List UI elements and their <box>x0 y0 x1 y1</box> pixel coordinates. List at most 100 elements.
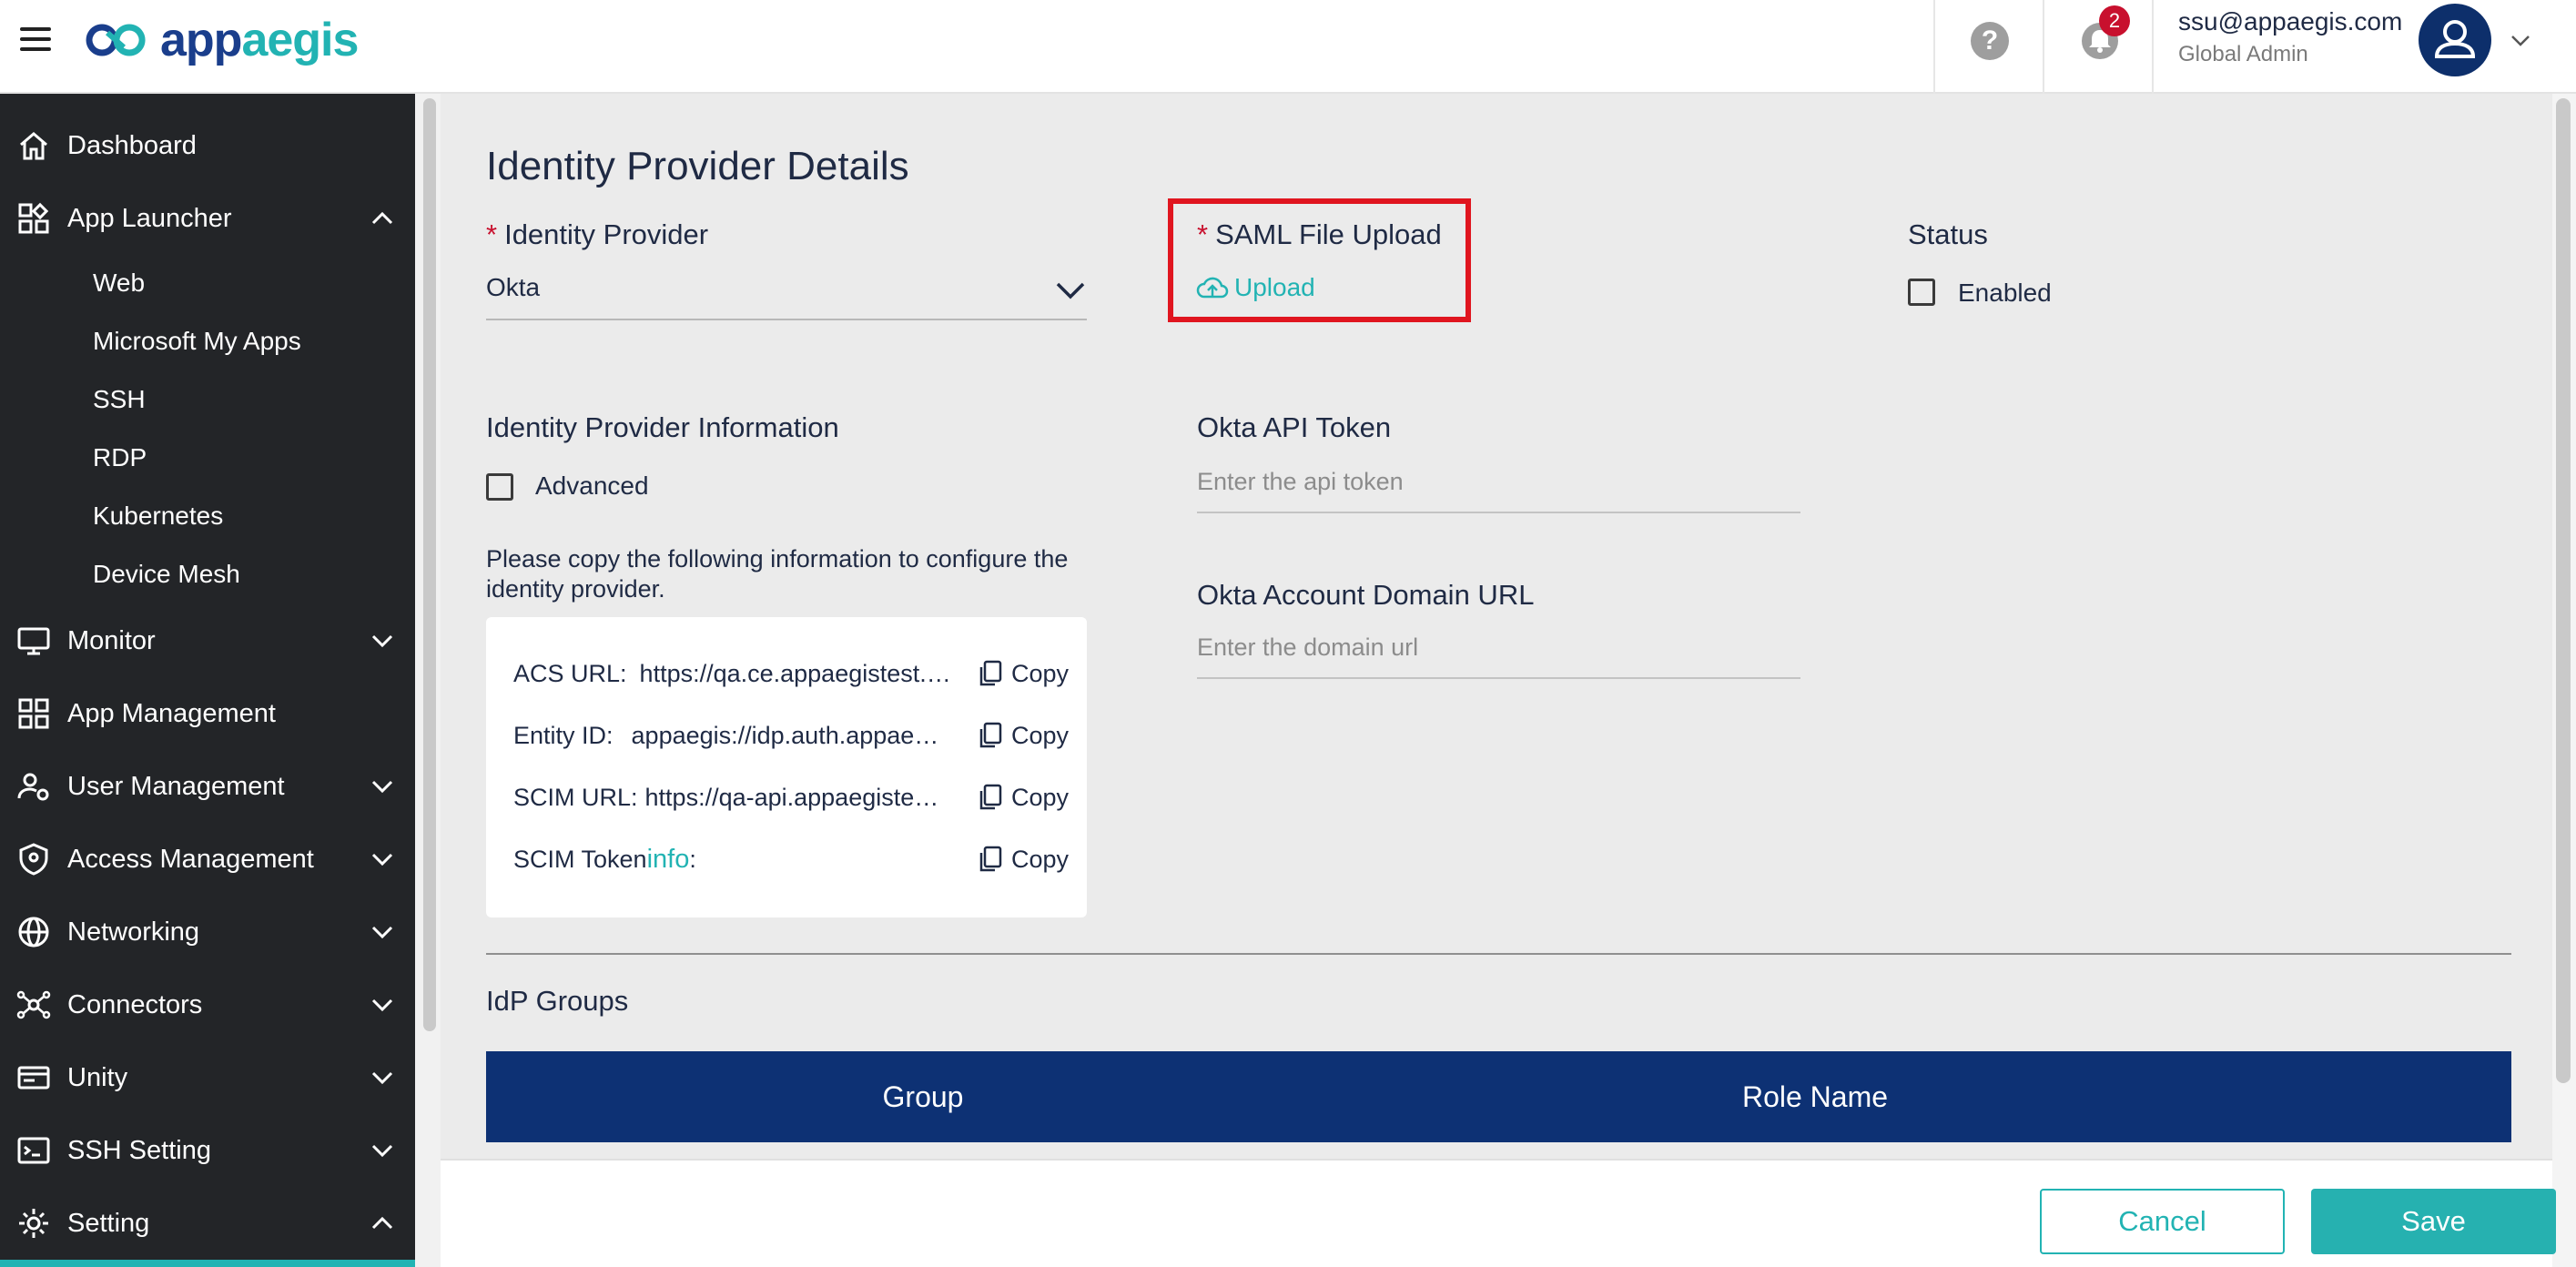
sidebar-item-label: Setting <box>67 1208 150 1238</box>
gear-icon <box>19 1209 48 1238</box>
idp-groups-title: IdP Groups <box>486 985 629 1017</box>
saml-upload-button[interactable]: Upload <box>1196 273 1315 302</box>
sidebar-subitem-label: SSH <box>93 385 146 413</box>
scim-token-key: SCIM Token <box>513 845 647 873</box>
sidebar-subitem-label: Kubernetes <box>93 502 224 530</box>
sidebar-item-user-management[interactable]: User Management <box>0 755 415 818</box>
sidebar-subitem-ssh[interactable]: SSH <box>0 372 415 427</box>
sidebar-item-connectors[interactable]: Connectors <box>0 973 415 1037</box>
terminal-icon <box>17 1137 50 1164</box>
save-button[interactable]: Save <box>2311 1189 2556 1254</box>
copy-icon <box>979 722 1002 748</box>
shield-icon <box>19 843 48 876</box>
sidebar-item-access-management[interactable]: Access Management <box>0 827 415 891</box>
chevron-down-icon[interactable] <box>370 846 395 872</box>
idp-groups-table-header: Group Role Name <box>486 1051 2511 1142</box>
acs-url-key: ACS URL: <box>513 659 627 687</box>
copy-icon <box>979 784 1002 810</box>
logo-text-app: app <box>160 14 242 66</box>
main-scrollbar[interactable] <box>2556 98 2571 1083</box>
cancel-button[interactable]: Cancel <box>2040 1189 2285 1254</box>
sidebar-item-setting[interactable]: Setting <box>0 1191 415 1255</box>
column-header-group[interactable]: Group <box>486 1051 1360 1142</box>
grid-icon <box>18 698 49 729</box>
copy-label: Copy <box>1010 783 1069 811</box>
chevron-down-icon[interactable] <box>370 628 395 654</box>
user-email: ssu@appaegis.com <box>2178 7 2403 35</box>
sidebar-item-app-management[interactable]: App Management <box>0 682 415 745</box>
logo-text-aegis: aegis <box>241 14 359 66</box>
sidebar-item-networking[interactable]: Networking <box>0 900 415 964</box>
copy-acs-url-button[interactable]: Copy <box>977 659 1069 688</box>
copy-instructions-text: Please copy the following information to… <box>486 545 1069 603</box>
sidebar-item-label: Unity <box>67 1062 128 1092</box>
sidebar-item-dashboard[interactable]: Dashboard <box>0 114 415 177</box>
hub-icon <box>16 990 51 1019</box>
saml-upload-highlight-box <box>1168 198 1471 322</box>
chevron-down-icon[interactable] <box>370 919 395 945</box>
sidebar-item-label: SSH Setting <box>67 1135 211 1165</box>
chevron-up-icon[interactable] <box>370 1211 395 1236</box>
sidebar-subitem-label: RDP <box>93 443 147 471</box>
chevron-down-icon[interactable] <box>370 1138 395 1163</box>
okta-account-domain-url-input[interactable]: Enter the domain url <box>1197 628 1800 679</box>
copy-scim-token-button[interactable]: Copy <box>977 845 1069 874</box>
help-icon[interactable]: ? <box>1971 22 2009 60</box>
copy-icon <box>979 846 1002 872</box>
sidebar-item-unity[interactable]: Unity <box>0 1046 415 1110</box>
advanced-checkbox[interactable] <box>486 473 513 501</box>
sidebar-item-label: User Management <box>67 771 285 801</box>
acs-url-value: https://qa.ce.appaegistest.com/saml/acs <box>639 659 954 687</box>
sidebar-item-label: App Management <box>67 698 276 728</box>
infinity-logo-icon <box>86 24 146 56</box>
column-header-role-name[interactable]: Role Name <box>1360 1051 2270 1142</box>
scim-token-colon: : <box>689 845 696 873</box>
chevron-down-icon[interactable] <box>370 992 395 1018</box>
sidebar: Dashboard App Launcher Web Microsoft My … <box>0 94 415 1267</box>
notification-badge: 2 <box>2099 5 2130 36</box>
entity-id-key: Entity ID: <box>513 721 614 749</box>
sidebar-subitem-kubernetes[interactable]: Kubernetes <box>0 489 415 543</box>
section-divider <box>486 953 2511 955</box>
sidebar-item-app-launcher[interactable]: App Launcher <box>0 187 415 250</box>
copy-label: Copy <box>1010 721 1069 749</box>
user-avatar-icon[interactable] <box>2419 4 2491 76</box>
copy-scim-url-button[interactable]: Copy <box>977 783 1069 812</box>
header-divider <box>2043 0 2044 94</box>
sidebar-subitem-microsoft-my-apps[interactable]: Microsoft My Apps <box>0 314 415 369</box>
enabled-checkbox[interactable] <box>1908 279 1935 306</box>
copy-entity-id-button[interactable]: Copy <box>977 721 1069 750</box>
sidebar-subitem-device-mesh[interactable]: Device Mesh <box>0 547 415 602</box>
identity-provider-value: Okta <box>486 273 541 301</box>
idp-info-card: ACS URL: https://qa.ce.appaegistest.com/… <box>486 617 1087 917</box>
chevron-up-icon[interactable] <box>370 206 395 231</box>
apps-grid-icon <box>18 202 49 234</box>
appaegis-logo[interactable]: appaegis <box>84 13 359 67</box>
sidebar-item-label: App Launcher <box>67 203 232 233</box>
sidebar-item-monitor[interactable]: Monitor <box>0 609 415 673</box>
scim-token-info-link[interactable]: info <box>647 845 690 875</box>
sidebar-subitem-web[interactable]: Web <box>0 256 415 310</box>
chevron-down-icon[interactable] <box>370 1065 395 1090</box>
okta-api-token-label: Okta API Token <box>1197 411 1392 443</box>
identity-provider-information-label: Identity Provider Information <box>486 411 839 443</box>
header-divider <box>2152 0 2154 94</box>
chevron-down-icon[interactable] <box>370 774 395 799</box>
copy-label: Copy <box>1010 845 1069 873</box>
cloud-upload-icon <box>1196 277 1229 299</box>
saml-file-upload-label: * SAML File Upload <box>1197 218 1442 250</box>
user-role: Global Admin <box>2178 42 2308 66</box>
globe-icon <box>18 917 49 948</box>
menu-icon[interactable] <box>20 27 51 51</box>
sidebar-active-indicator <box>0 1260 415 1267</box>
sidebar-subitem-label: Device Mesh <box>93 560 240 588</box>
page-title: Identity Provider Details <box>486 144 909 188</box>
user-menu-chevron-down-icon[interactable] <box>2508 27 2533 53</box>
identity-provider-select[interactable]: Okta <box>486 264 1087 320</box>
copy-icon <box>979 660 1002 686</box>
sidebar-item-ssh-setting[interactable]: SSH Setting <box>0 1119 415 1182</box>
okta-api-token-input[interactable]: Enter the api token <box>1197 462 1800 513</box>
sidebar-subitem-rdp[interactable]: RDP <box>0 431 415 485</box>
sidebar-scrollbar[interactable] <box>423 98 436 1031</box>
user-settings-icon <box>17 773 49 801</box>
